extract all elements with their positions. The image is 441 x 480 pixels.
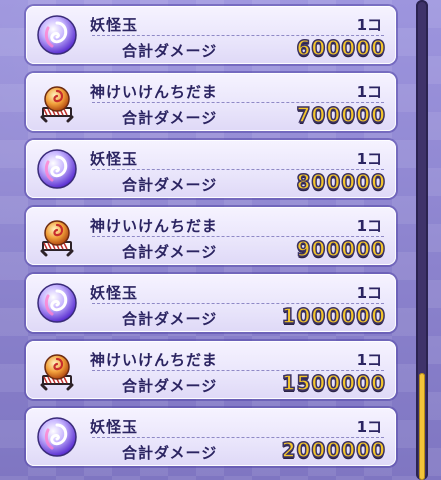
item-quantity: 1コ [356, 16, 382, 34]
total-damage-value: 600000 [296, 35, 386, 61]
total-damage-label: 合計ダメージ [122, 176, 218, 194]
total-damage-label: 合計ダメージ [122, 310, 218, 328]
total-damage-label: 合計ダメージ [122, 42, 218, 60]
total-damage-value: 1500000 [281, 370, 386, 396]
item-name: 妖怪玉 [90, 150, 139, 168]
total-damage-label: 合計ダメージ [122, 377, 218, 395]
god-exp-orb-icon [40, 86, 74, 123]
item-name: 神けいけんちだま [90, 217, 218, 235]
total-damage-value: 700000 [296, 102, 386, 128]
scrollbar-thumb[interactable] [419, 373, 425, 480]
total-damage-label: 合計ダメージ [122, 243, 218, 261]
total-damage-label: 合計ダメージ [122, 444, 218, 462]
god-exp-orb-icon [40, 354, 74, 391]
total-damage-value: 900000 [296, 236, 386, 262]
yokai-orb-icon [37, 283, 77, 323]
reward-item: 妖怪玉 1コ 合計ダメージ 800000 [26, 140, 396, 198]
god-exp-orb-icon [40, 220, 74, 257]
item-quantity: 1コ [356, 150, 382, 168]
total-damage-value: 2000000 [281, 437, 386, 463]
total-damage-label: 合計ダメージ [122, 109, 218, 127]
yokai-orb-icon [37, 149, 77, 189]
reward-item: 神けいけんちだま 1コ 合計ダメージ 700000 [26, 73, 396, 131]
yokai-orb-icon [37, 15, 77, 55]
reward-list[interactable]: 妖怪玉 1コ 合計ダメージ 600000 神けいけんちだま 1コ 合計ダメージ [26, 6, 396, 480]
total-damage-value: 1000000 [281, 303, 386, 329]
item-name: 妖怪玉 [90, 418, 139, 436]
reward-item: 妖怪玉 1コ 合計ダメージ 2000000 [26, 408, 396, 466]
reward-item: 神けいけんちだま 1コ 合計ダメージ 900000 [26, 207, 396, 265]
reward-item: 妖怪玉 1コ 合計ダメージ 600000 [26, 6, 396, 64]
item-name: 妖怪玉 [90, 284, 139, 302]
item-quantity: 1コ [356, 418, 382, 436]
item-quantity: 1コ [356, 351, 382, 369]
reward-item: 妖怪玉 1コ 合計ダメージ 1000000 [26, 274, 396, 332]
item-name: 妖怪玉 [90, 16, 139, 34]
total-damage-value: 800000 [296, 169, 386, 195]
item-quantity: 1コ [356, 217, 382, 235]
reward-item: 神けいけんちだま 1コ 合計ダメージ 1500000 [26, 341, 396, 399]
item-quantity: 1コ [356, 284, 382, 302]
item-name: 神けいけんちだま [90, 83, 218, 101]
item-quantity: 1コ [356, 83, 382, 101]
item-name: 神けいけんちだま [90, 351, 218, 369]
yokai-orb-icon [37, 417, 77, 457]
